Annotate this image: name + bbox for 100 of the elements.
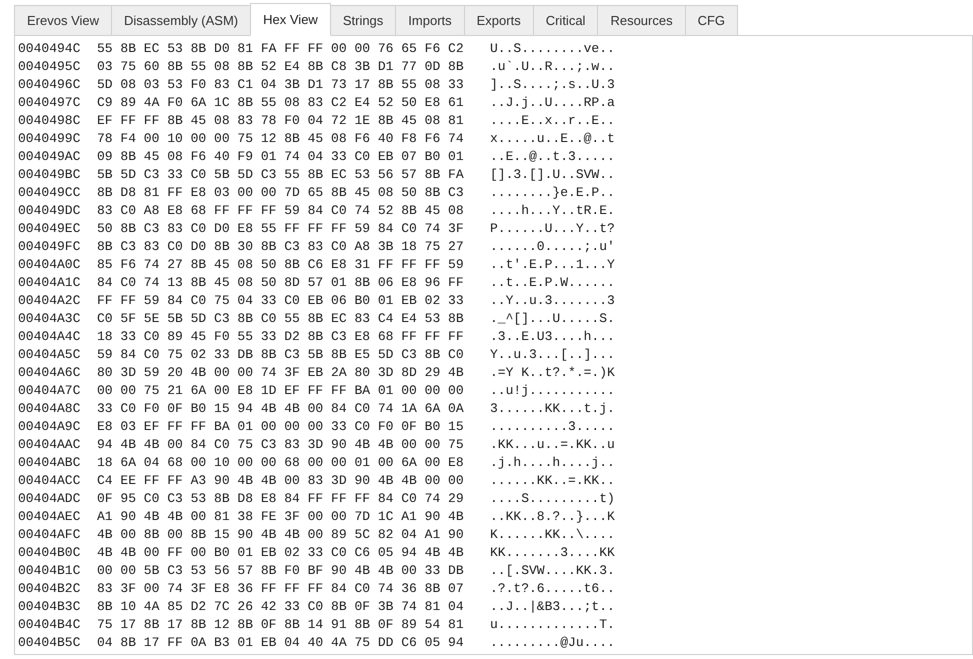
ascii-text: ..J.j..U....RP.a [490,94,615,112]
ascii-text: [].3.[].U..SVW.. [490,166,615,184]
ascii-text: ....S.........t) [490,490,615,508]
ascii-text: ..Y..u.3.......3 [490,292,615,310]
hex-bytes: FF FF 59 84 C0 75 04 33 C0 EB 06 B0 01 EB 02 33 [97,292,465,310]
hex-bytes: 18 6A 04 68 00 10 00 00 68 00 00 01 00 6A 00 E8 [97,454,465,472]
address: 00404A7C [18,382,82,400]
ascii-text: .........@Ju.... [490,634,615,652]
ascii-text: ..u!j........... [490,382,615,400]
ascii-text: ....E..x..r..E.. [490,112,615,130]
hex-bytes: C9 89 4A F0 6A 1C 8B 55 08 83 C2 E4 52 50 E8 61 [97,94,465,112]
hex-bytes: 8B C3 83 C0 D0 8B 30 8B C3 83 C0 A8 3B 18 75 27 [97,238,465,256]
hex-bytes: 0F 95 C0 C3 53 8B D8 E8 84 FF FF FF 84 C0 74 29 [97,490,465,508]
address: 00404ADC [18,490,82,508]
ascii-text: ..[.SVW....KK.3. [490,562,615,580]
hex-bytes: 59 84 C0 75 02 33 DB 8B C3 5B 8B E5 5D C3 8B C0 [97,346,465,364]
address: 0040494C [18,40,82,58]
hex-bytes: 00 00 75 21 6A 00 E8 1D EF FF FF BA 01 00 00 00 [97,382,465,400]
ascii-text: ..J..|&B3...;t.. [490,598,615,616]
tab[interactable]: Resources [597,5,686,36]
ascii-text: .=Y K..t?.*.=.)K [490,364,615,382]
tab[interactable]: Disassembly (ASM) [111,5,252,36]
hex-bytes: 55 8B EC 53 8B D0 81 FA FF FF 00 00 76 65 F6 C2 [97,40,465,58]
ascii-text: .KK...u..=.KK..u [490,436,615,454]
hex-bytes: 75 17 8B 17 8B 12 8B 0F 8B 14 91 8B 0F 89 54 81 [97,616,465,634]
hex-bytes: E8 03 EF FF FF BA 01 00 00 00 33 C0 F0 0F B0 15 [97,418,465,436]
hex-bytes: 83 C0 A8 E8 68 FF FF FF 59 84 C0 74 52 8B 45 08 [97,202,465,220]
hex-bytes: 8B 10 4A 85 D2 7C 26 42 33 C0 8B 0F 3B 74 81 04 [97,598,465,616]
ascii-text: ..t'.E.P...1...Y [490,256,615,274]
ascii-text: ]..S....;.s..U.3 [490,76,615,94]
hex-bytes: 5D 08 03 53 F0 83 C1 04 3B D1 73 17 8B 55 08 33 [97,76,465,94]
tab[interactable]: Hex View [250,3,331,36]
tab[interactable]: Exports [464,5,534,36]
hex-bytes: 03 75 60 8B 55 08 8B 52 E4 8B C8 3B D1 77 0D 8B [97,58,465,76]
ascii-text: P......U...Y..t? [490,220,615,238]
ascii-text: .j.h....h....j.. [490,454,615,472]
address: 00404A9C [18,418,82,436]
address: 00404B5C [18,634,82,652]
address: 00404B3C [18,598,82,616]
hex-bytes: 50 8B C3 83 C0 D0 E8 55 FF FF FF 59 84 C0 74 3F [97,220,465,238]
address: 00404A6C [18,364,82,382]
ascii-text: .u`.U..R...;.w.. [490,58,615,76]
address: 00404A5C [18,346,82,364]
hex-bytes: 78 F4 00 10 00 00 75 12 8B 45 08 F6 40 F8 F6 74 [97,130,465,148]
address: 004049AC [18,148,82,166]
hex-bytes: EF FF FF 8B 45 08 83 78 F0 04 72 1E 8B 45 08 81 [97,112,465,130]
hex-bytes: 83 3F 00 74 3F E8 36 FF FF FF 84 C0 74 36 8B 07 [97,580,465,598]
address: 00404A8C [18,400,82,418]
tab[interactable]: Strings [330,5,396,36]
address: 004049DC [18,202,82,220]
address: 00404B2C [18,580,82,598]
hex-bytes: A1 90 4B 4B 00 81 38 FE 3F 00 00 7D 1C A1 90 4B [97,508,465,526]
hex-bytes: C4 EE FF FF A3 90 4B 4B 00 83 3D 90 4B 4B 00 00 [97,472,465,490]
hex-bytes: 18 33 C0 89 45 F0 55 33 D2 8B C3 E8 68 FF FF FF [97,328,465,346]
tab[interactable]: Imports [395,5,465,36]
ascii-text: u.............T. [490,616,615,634]
hex-bytes: 5B 5D C3 33 C0 5B 5D C3 55 8B EC 53 56 57 8B FA [97,166,465,184]
tab[interactable]: CFG [684,5,738,36]
ascii-text: .?.t?.6.....t6.. [490,580,615,598]
ascii-text: ._^[]...U.....S. [490,310,615,328]
ascii-text: ..........3..... [490,418,615,436]
address: 00404B1C [18,562,82,580]
tab[interactable]: Critical [532,5,598,36]
ascii-text: .3..E.U3....h... [490,328,615,346]
address: 004049FC [18,238,82,256]
hex-bytes: 09 8B 45 08 F6 40 F9 01 74 04 33 C0 EB 07 B0 01 [97,148,465,166]
hex-bytes: C0 5F 5E 5B 5D C3 8B C0 55 8B EC 83 C4 E4 53 8B [97,310,465,328]
address: 00404AFC [18,526,82,544]
address: 0040498C [18,112,82,130]
ascii-text: ....h...Y..tR.E. [490,202,615,220]
ascii-text: ..KK..8.?..}...K [490,508,615,526]
ascii-text: KK.......3....KK [490,544,615,562]
ascii-text: Y..u.3...[..]... [490,346,615,364]
address: 00404A1C [18,274,82,292]
address: 00404A3C [18,310,82,328]
address: 00404AEC [18,508,82,526]
address: 004049CC [18,184,82,202]
address: 004049EC [18,220,82,238]
hex-bytes: 4B 00 8B 00 8B 15 90 4B 4B 00 89 5C 82 04 A1 90 [97,526,465,544]
address: 00404A4C [18,328,82,346]
address: 004049BC [18,166,82,184]
address: 0040497C [18,94,82,112]
hex-bytes: 33 C0 F0 0F B0 15 94 4B 4B 00 84 C0 74 1A 6A 0A [97,400,465,418]
ascii-text: ..t..E.P.W...... [490,274,615,292]
ascii-text: ........}e.E.P.. [490,184,615,202]
ascii-text: ..E..@..t.3..... [490,148,615,166]
hex-bytes: 84 C0 74 13 8B 45 08 50 8D 57 01 8B 06 E8 96 FF [97,274,465,292]
address: 0040495C [18,58,82,76]
ascii-text: 3......KK...t.j. [490,400,615,418]
address: 00404ACC [18,472,82,490]
address: 00404ABC [18,454,82,472]
ascii-text: ......KK..=.KK.. [490,472,615,490]
tab[interactable]: Erevos View [14,5,112,36]
hex-bytes: 8B D8 81 FF E8 03 00 00 7D 65 8B 45 08 50 8B C3 [97,184,465,202]
address: 00404A0C [18,256,82,274]
hex-bytes: 85 F6 74 27 8B 45 08 50 8B C6 E8 31 FF FF FF 59 [97,256,465,274]
ascii-text: ......0.....;.u' [490,238,615,256]
ascii-text: U..S........ve.. [490,40,615,58]
hex-bytes: 94 4B 4B 00 84 C0 75 C3 83 3D 90 4B 4B 00 00 75 [97,436,465,454]
address: 00404AAC [18,436,82,454]
